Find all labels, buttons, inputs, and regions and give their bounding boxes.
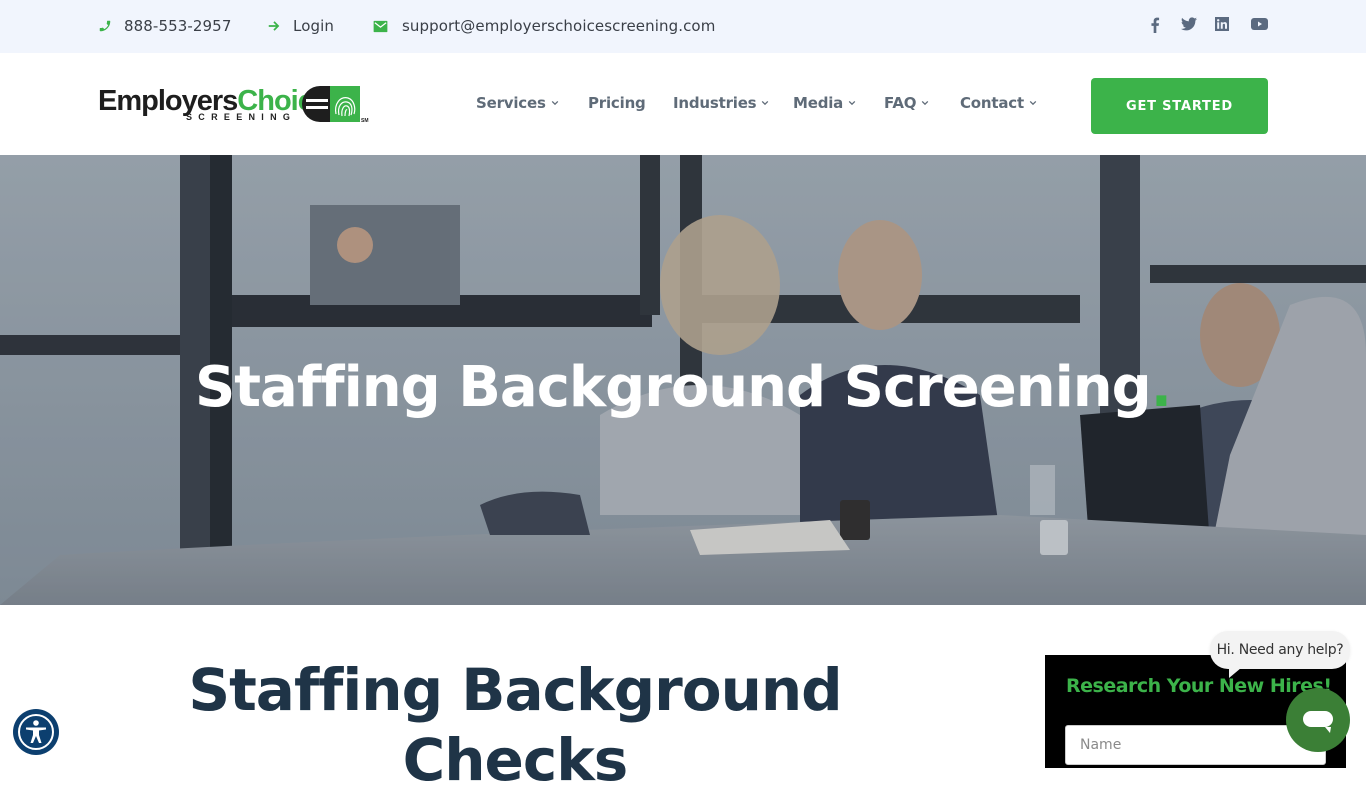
page-title-line1: Staffing Background (188, 656, 842, 724)
research-form-title: Research Your New Hires! (1066, 675, 1332, 697)
arrow-right-icon (268, 21, 280, 31)
phone-link[interactable]: 888-553-2957 (98, 0, 231, 52)
accessibility-button[interactable] (13, 709, 59, 755)
nav-pricing-label: Pricing (588, 94, 646, 112)
site-header: EmployersChoice SCREENING SM Services Pr… (0, 53, 1366, 155)
hero-title-dot: . (1150, 355, 1172, 420)
chat-open-button[interactable] (1286, 688, 1350, 752)
nav-faq[interactable]: FAQ (884, 94, 929, 112)
twitter-link[interactable] (1181, 17, 1197, 36)
chevron-down-icon (922, 100, 929, 106)
chat-bubble-tail (1229, 668, 1241, 678)
chevron-down-icon (848, 100, 856, 106)
nav-services[interactable]: Services (476, 94, 559, 112)
nav-contact-label: Contact (960, 94, 1024, 112)
logo[interactable]: EmployersChoice SCREENING SM (98, 85, 370, 125)
envelope-icon (373, 20, 388, 32)
youtube-icon (1251, 18, 1268, 30)
facebook-icon (1151, 17, 1160, 33)
phone-icon (99, 20, 111, 32)
nav-contact[interactable]: Contact (960, 94, 1037, 112)
phone-number: 888-553-2957 (124, 17, 232, 35)
chevron-down-icon (1029, 100, 1037, 106)
fingerprint-logo-icon (302, 86, 360, 122)
name-input[interactable] (1065, 725, 1326, 765)
linkedin-link[interactable] (1215, 17, 1229, 36)
login-link[interactable]: Login (267, 0, 334, 52)
nav-media-label: Media (793, 94, 844, 112)
logo-service-mark: SM (361, 118, 369, 124)
linkedin-icon (1215, 17, 1229, 31)
chevron-down-icon (762, 100, 769, 106)
logo-subtitle: SCREENING (186, 112, 297, 122)
nav-media[interactable]: Media (793, 94, 856, 112)
chat-greeting-bubble[interactable]: Hi. Need any help? (1210, 631, 1350, 669)
twitter-icon (1181, 17, 1197, 31)
chevron-down-icon (551, 100, 558, 106)
facebook-link[interactable] (1150, 17, 1160, 38)
top-bar: 888-553-2957 Login support@employerschoi… (0, 0, 1366, 53)
page-title-line2: Checks (402, 726, 629, 794)
chat-icon (1303, 711, 1333, 733)
nav-industries[interactable]: Industries (673, 94, 769, 112)
youtube-link[interactable] (1251, 17, 1268, 35)
email-link[interactable]: support@employerschoicescreening.com (373, 0, 715, 52)
hero-banner: Staffing Background Screening. (0, 155, 1366, 605)
page-title: Staffing Background Checks (160, 655, 870, 795)
get-started-button[interactable]: GET STARTED (1091, 78, 1268, 134)
nav-services-label: Services (476, 94, 546, 112)
nav-faq-label: FAQ (884, 94, 917, 112)
nav-pricing[interactable]: Pricing (588, 94, 646, 112)
nav-industries-label: Industries (673, 94, 757, 112)
hero-title: Staffing Background Screening. (0, 355, 1366, 420)
login-label: Login (293, 17, 334, 35)
accessibility-icon (18, 714, 54, 750)
email-address: support@employerschoicescreening.com (402, 17, 716, 35)
hero-title-text: Staffing Background Screening (194, 355, 1152, 420)
